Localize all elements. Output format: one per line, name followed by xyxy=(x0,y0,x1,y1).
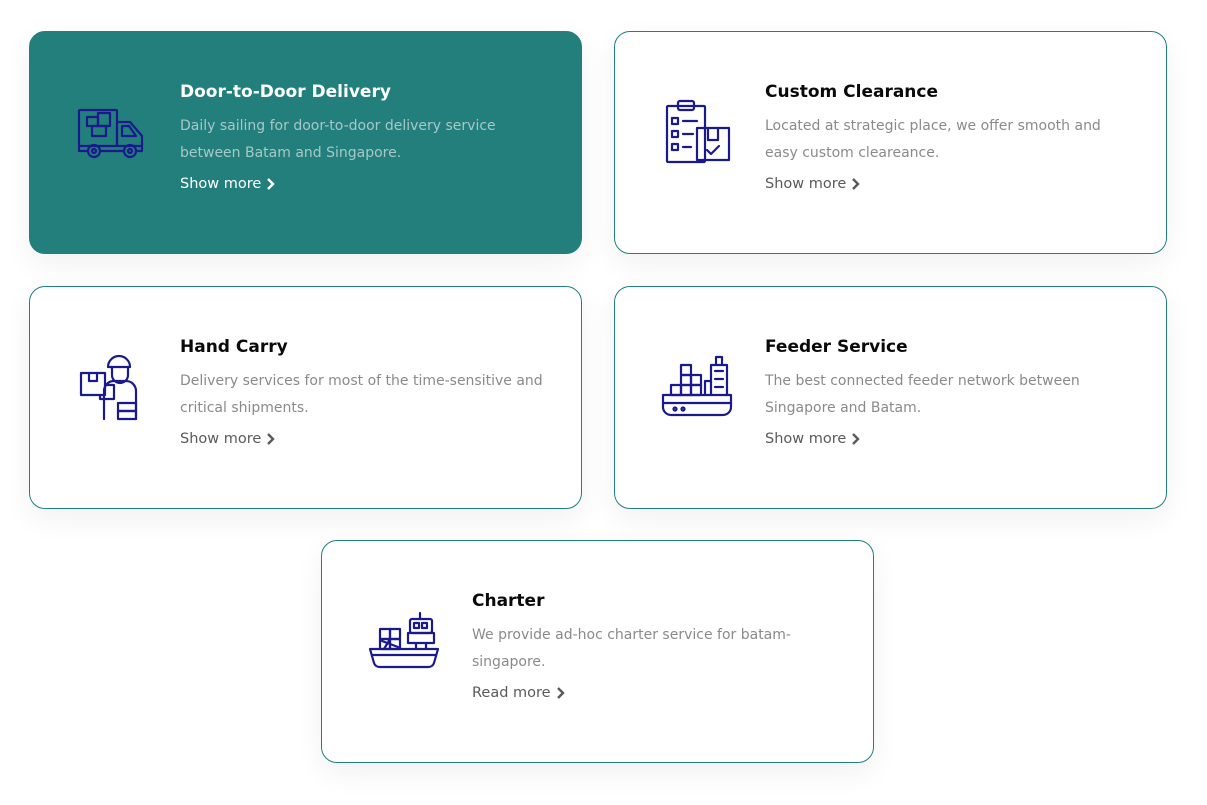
show-more-link[interactable]: Show more xyxy=(180,176,275,192)
delivery-truck-icon xyxy=(74,96,150,172)
chevron-right-icon xyxy=(852,433,860,445)
courier-carrying-box-icon xyxy=(74,351,150,427)
service-title: Custom Clearance xyxy=(765,82,939,102)
show-more-link[interactable]: Show more xyxy=(765,431,860,447)
service-title: Door-to-Door Delivery xyxy=(180,82,391,102)
service-description: The best connected feeder network betwee… xyxy=(765,373,1080,416)
service-description: Delivery services for most of the time-s… xyxy=(180,373,543,416)
chevron-right-icon xyxy=(852,178,860,190)
read-more-link[interactable]: Read more xyxy=(472,685,565,701)
service-title: Charter xyxy=(472,591,545,611)
container-ship-icon xyxy=(659,351,735,427)
service-description: We provide ad-hoc charter service for ba… xyxy=(472,627,791,670)
service-card-charter[interactable]: Charter We provide ad-hoc charter servic… xyxy=(321,540,874,763)
service-title: Feeder Service xyxy=(765,337,908,357)
show-more-label: Show more xyxy=(180,176,262,192)
show-more-label: Show more xyxy=(180,431,262,447)
service-card-door-to-door-delivery[interactable]: Door-to-Door Delivery Daily sailing for … xyxy=(29,31,582,254)
cargo-boat-icon xyxy=(366,605,442,681)
service-card-custom-clearance[interactable]: Custom Clearance Located at strategic pl… xyxy=(614,31,1167,254)
show-more-label: Show more xyxy=(765,176,847,192)
service-card-feeder-service[interactable]: Feeder Service The best connected feeder… xyxy=(614,286,1167,509)
clipboard-checklist-icon xyxy=(659,96,735,172)
service-card-hand-carry[interactable]: Hand Carry Delivery services for most of… xyxy=(29,286,582,509)
show-more-link[interactable]: Show more xyxy=(180,431,275,447)
show-more-label: Show more xyxy=(765,431,847,447)
read-more-label: Read more xyxy=(472,685,551,701)
service-description: Daily sailing for door-to-door delivery … xyxy=(180,118,496,161)
service-description: Located at strategic place, we offer smo… xyxy=(765,118,1101,161)
chevron-right-icon xyxy=(267,178,275,190)
service-title: Hand Carry xyxy=(180,337,288,357)
chevron-right-icon xyxy=(267,433,275,445)
show-more-link[interactable]: Show more xyxy=(765,176,860,192)
chevron-right-icon xyxy=(556,687,565,699)
